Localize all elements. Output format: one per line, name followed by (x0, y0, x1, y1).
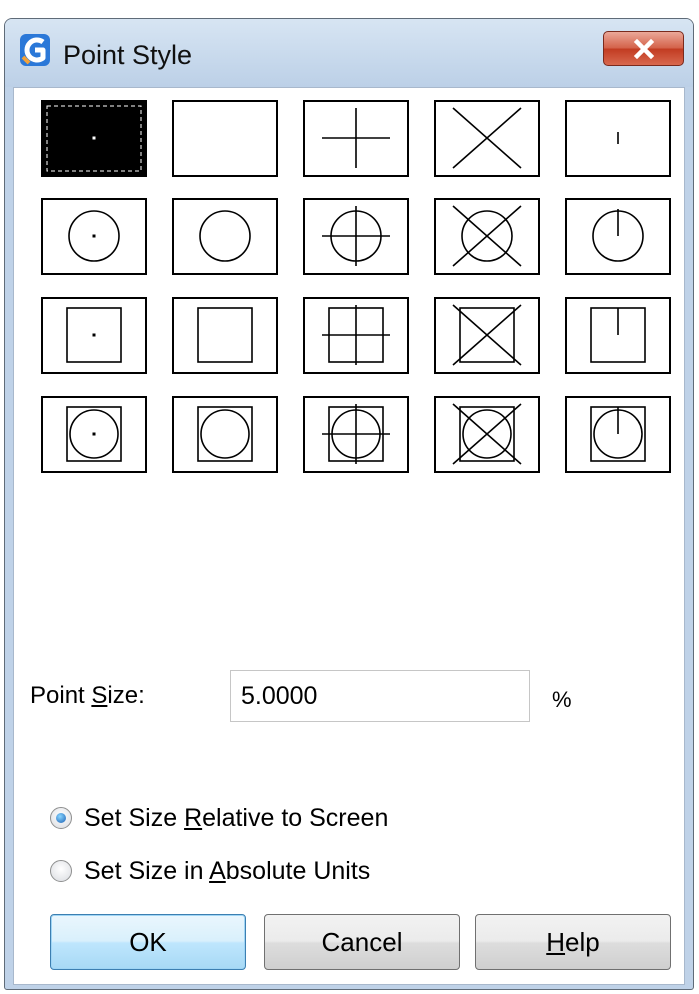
point-style-square-circle[interactable] (172, 396, 278, 473)
absolute-units-label: Set Size in Absolute Units (84, 856, 371, 885)
point-style-circle-plus[interactable] (303, 198, 409, 275)
point-style-circle-tick[interactable] (565, 198, 671, 275)
point-style-square[interactable] (172, 297, 278, 374)
point-style-square-circle-tick[interactable] (565, 396, 671, 473)
point-style-square-x[interactable] (434, 297, 540, 374)
square-icon (197, 307, 253, 363)
relative-to-screen-label: Set Size Relative to Screen (84, 803, 389, 832)
point-style-square-circle-plus[interactable] (303, 396, 409, 473)
point-plus-icon (322, 108, 390, 168)
close-x-icon (633, 38, 654, 59)
absolute-units-option[interactable]: Set Size in Absolute Units (50, 853, 370, 889)
help-button[interactable]: Help (475, 914, 671, 970)
circle-tick-icon (592, 209, 644, 262)
relative-to-screen-radio[interactable] (50, 807, 72, 829)
gstarcad-logo-icon (20, 34, 50, 66)
dialog-body: Point Size: % Set Size Relative to Scree… (13, 87, 685, 985)
square-circle-x-icon (452, 403, 522, 465)
point-style-square-tick[interactable] (565, 297, 671, 374)
circle-plus-icon (322, 206, 390, 266)
cancel-button[interactable]: Cancel (264, 914, 460, 970)
point-style-point-x[interactable] (434, 100, 540, 177)
relative-to-screen-option[interactable]: Set Size Relative to Screen (50, 800, 388, 836)
point-style-square-circle-x[interactable] (434, 396, 540, 473)
circle-dot-icon (68, 210, 120, 262)
point-style-square-dot[interactable] (41, 297, 147, 374)
square-circle-dot-icon (66, 406, 122, 462)
point-dot-icon (46, 105, 142, 172)
ok-button[interactable]: OK (50, 914, 246, 970)
point-x-icon (452, 107, 522, 169)
square-dot-icon (66, 307, 122, 363)
circle-x-icon (452, 205, 522, 267)
square-circle-plus-icon (322, 404, 390, 464)
point-style-point-none[interactable] (172, 100, 278, 177)
point-style-circle[interactable] (172, 198, 278, 275)
point-none-icon (174, 102, 276, 175)
point-tick-icon (617, 132, 619, 144)
circle-icon (199, 210, 251, 262)
point-size-input[interactable] (230, 670, 530, 722)
point-style-point-dot[interactable] (41, 100, 147, 177)
square-tick-icon (590, 307, 646, 363)
point-style-circle-dot[interactable] (41, 198, 147, 275)
square-circle-tick-icon (590, 406, 646, 462)
percent-unit-label: % (552, 687, 572, 712)
point-size-label: Point Size: (30, 682, 145, 709)
window-title: Point Style (63, 40, 193, 70)
title-bar[interactable]: Point Style (5, 19, 693, 87)
square-plus-icon (322, 305, 390, 365)
square-x-icon (452, 304, 522, 366)
point-style-square-plus[interactable] (303, 297, 409, 374)
absolute-units-radio[interactable] (50, 860, 72, 882)
point-style-circle-x[interactable] (434, 198, 540, 275)
point-style-square-circle-dot[interactable] (41, 396, 147, 473)
point-style-point-plus[interactable] (303, 100, 409, 177)
point-style-point-tick[interactable] (565, 100, 671, 177)
square-circle-icon (197, 406, 253, 462)
close-button[interactable] (603, 31, 684, 66)
point-style-dialog: Point Style Point Size: % Set Size Relat… (4, 18, 694, 990)
